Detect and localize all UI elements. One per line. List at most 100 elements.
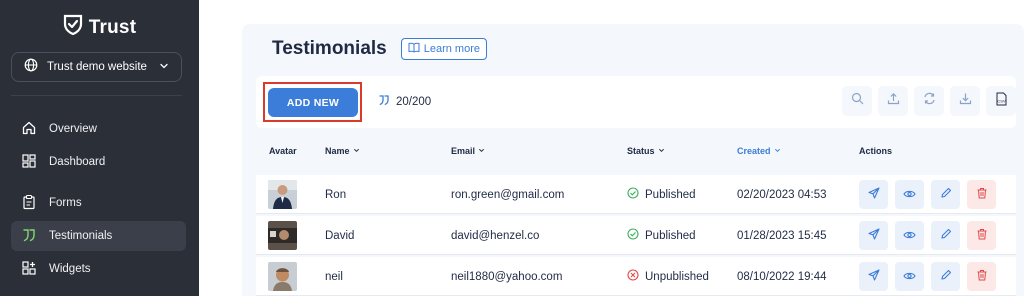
delete-button[interactable] (967, 221, 996, 250)
export-csv-button[interactable]: CSV (986, 86, 1016, 116)
site-selector[interactable]: Trust demo website (11, 52, 182, 82)
dashboard-icon (21, 153, 37, 172)
page-title: Testimonials (272, 38, 387, 59)
pencil-icon (940, 186, 952, 204)
status-label: Published (645, 188, 696, 201)
learn-more-button[interactable]: Learn more (400, 38, 487, 60)
avatar-cell (268, 257, 297, 296)
edit-button[interactable] (931, 180, 960, 209)
status-cell: Unpublished (627, 257, 709, 296)
view-button[interactable] (895, 221, 924, 250)
site-selector-label: Trust demo website (47, 61, 147, 73)
avatar-cell (268, 216, 297, 255)
brand-name: Trust (88, 16, 137, 38)
pencil-icon (940, 268, 952, 286)
table-row[interactable]: David david@henzel.co Published 01/28/20… (256, 216, 1016, 255)
sidebar-item-label: Testimonials (49, 230, 113, 242)
sidebar-item-overview[interactable]: Overview (11, 114, 186, 144)
edit-button[interactable] (931, 262, 960, 291)
pencil-icon (940, 227, 952, 245)
download-icon (959, 92, 972, 110)
home-icon (21, 120, 37, 139)
edit-button[interactable] (931, 221, 960, 250)
status-label: Published (645, 229, 696, 242)
table-row[interactable]: neil neil1880@yahoo.com Unpublished 08/1… (256, 257, 1016, 296)
trash-icon (976, 227, 988, 245)
chevron-down-icon (774, 146, 781, 156)
send-button[interactable] (859, 221, 888, 250)
name-cell: neil (325, 270, 343, 283)
sidebar-item-label: Dashboard (49, 156, 106, 168)
search-button[interactable] (842, 86, 872, 116)
check-circle-icon (627, 187, 639, 202)
chevron-down-icon (159, 58, 169, 76)
send-icon (867, 186, 880, 204)
testimonials-panel: Testimonials Learn more ADD NEW 20/200 C… (242, 24, 1024, 296)
eye-icon (903, 268, 916, 286)
widgets-icon (21, 260, 37, 279)
chevron-down-icon (478, 146, 485, 156)
table-row[interactable]: Ron ron.green@gmail.com Published 02/20/… (256, 175, 1016, 214)
column-header-avatar: Avatar (269, 146, 297, 156)
name-cell: Ron (325, 188, 347, 201)
trash-icon (976, 186, 988, 204)
avatar (268, 180, 297, 209)
sidebar-item-testimonials[interactable]: Testimonials (11, 221, 186, 251)
delete-button[interactable] (967, 180, 996, 209)
x-circle-icon (627, 269, 639, 284)
check-circle-icon (627, 228, 639, 243)
quota-count: 20/200 (396, 95, 432, 108)
view-button[interactable] (895, 262, 924, 291)
clipboard-icon (21, 194, 37, 213)
sidebar-item-forms[interactable]: Forms (11, 188, 186, 218)
sidebar-item-label: Widgets (49, 263, 91, 275)
sidebar: Trust Trust demo website Overview Dashbo… (0, 0, 199, 296)
shield-check-icon (63, 14, 83, 41)
column-header-actions: Actions (859, 146, 893, 156)
email-cell: neil1880@yahoo.com (451, 270, 563, 283)
email-cell: david@henzel.co (451, 229, 540, 242)
globe-icon (24, 58, 38, 77)
status-cell: Published (627, 175, 696, 214)
sidebar-item-label: Forms (49, 197, 82, 209)
table-header: Avatar Name Email Status Created Actions (256, 142, 1016, 162)
chevron-down-icon (353, 146, 360, 156)
avatar (268, 262, 297, 291)
status-label: Unpublished (645, 270, 709, 283)
avatar-cell (268, 175, 297, 214)
created-cell: 01/28/2023 15:45 (737, 229, 827, 242)
column-header-name[interactable]: Name (325, 146, 360, 156)
sidebar-divider (11, 95, 182, 96)
column-header-created[interactable]: Created (737, 146, 781, 156)
refresh-icon (923, 92, 936, 110)
column-header-email[interactable]: Email (451, 146, 485, 156)
refresh-button[interactable] (914, 86, 944, 116)
sidebar-nav: Overview Dashboard Forms Testimonials Wi… (11, 114, 186, 287)
eye-icon (903, 186, 916, 204)
testimonial-quota: 20/200 (378, 94, 431, 109)
add-new-button[interactable]: ADD NEW (268, 88, 358, 117)
quote-icon (21, 227, 37, 246)
svg-text:CSV: CSV (997, 98, 1006, 103)
sidebar-item-widgets[interactable]: Widgets (11, 254, 186, 284)
learn-more-label: Learn more (423, 43, 480, 55)
download-button[interactable] (950, 86, 980, 116)
view-button[interactable] (895, 180, 924, 209)
send-button[interactable] (859, 180, 888, 209)
app: Trust Trust demo website Overview Dashbo… (0, 0, 1024, 296)
upload-button[interactable] (878, 86, 908, 116)
brand-logo[interactable]: Trust (0, 14, 199, 41)
quote-icon (378, 94, 390, 109)
column-header-status[interactable]: Status (627, 146, 665, 156)
created-cell: 08/10/2022 19:44 (737, 270, 827, 283)
csv-icon: CSV (995, 92, 1008, 111)
delete-button[interactable] (967, 262, 996, 291)
send-button[interactable] (859, 262, 888, 291)
main-content: Testimonials Learn more ADD NEW 20/200 C… (199, 0, 1024, 296)
name-cell: David (325, 229, 355, 242)
send-icon (867, 268, 880, 286)
sidebar-item-label: Overview (49, 123, 97, 135)
sidebar-item-dashboard[interactable]: Dashboard (11, 147, 186, 177)
search-icon (851, 92, 864, 110)
status-cell: Published (627, 216, 696, 255)
